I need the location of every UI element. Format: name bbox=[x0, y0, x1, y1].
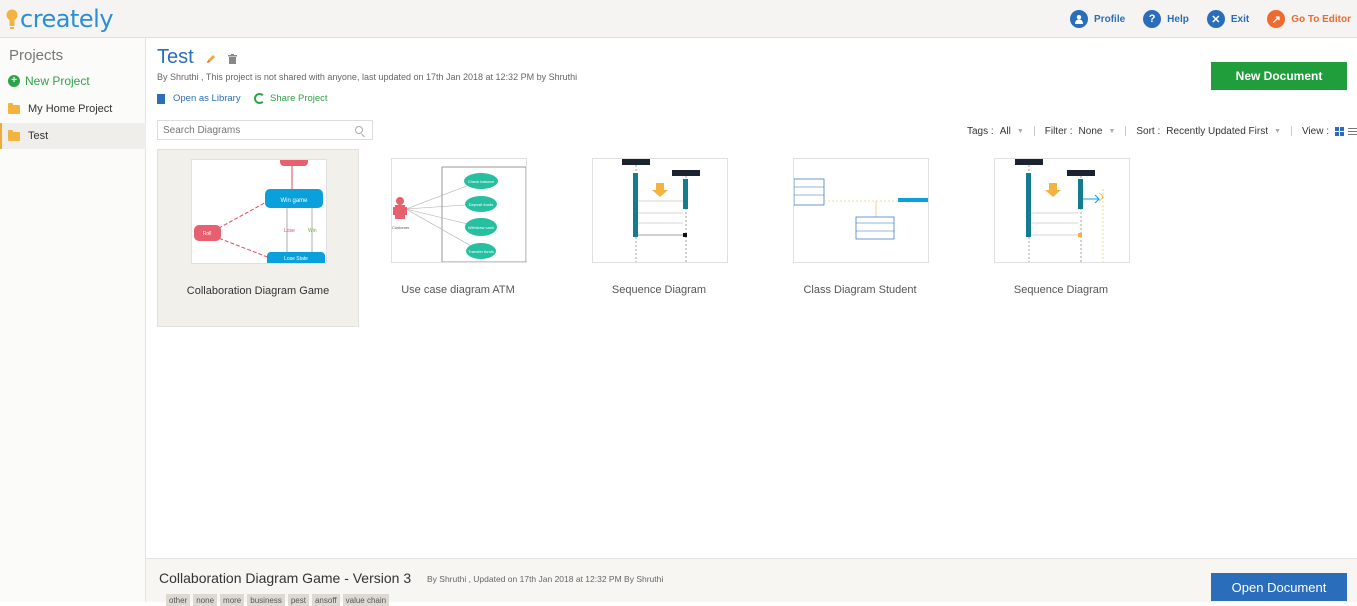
creately-logo[interactable]: creately bbox=[6, 5, 114, 33]
filter-bar: Tags : All ▼ Filter : None ▼ Sort : Rece… bbox=[967, 123, 1357, 139]
tag-chip[interactable]: ansoff bbox=[311, 594, 340, 606]
new-document-button[interactable]: New Document bbox=[1211, 62, 1347, 90]
tag-chip[interactable]: value chain bbox=[342, 594, 390, 606]
tags-label: Tags : bbox=[967, 125, 994, 137]
share-project-link[interactable]: Share Project bbox=[254, 93, 328, 104]
folder-icon bbox=[8, 129, 20, 141]
exit-button[interactable]: ✕ Exit bbox=[1206, 10, 1250, 28]
document-card[interactable]: Win game Roll Lose State Lose Win Collab… bbox=[157, 149, 359, 327]
help-label: Help bbox=[1167, 13, 1189, 25]
pencil-icon[interactable] bbox=[206, 54, 216, 64]
thumb-label: Transfer funds bbox=[468, 249, 494, 254]
chevron-down-icon[interactable]: ▼ bbox=[1274, 128, 1281, 135]
chevron-down-icon[interactable]: ▼ bbox=[1108, 128, 1115, 135]
search-input[interactable] bbox=[158, 121, 353, 139]
top-bar: creately Profile ? Help ✕ Exit ↗ Go To E… bbox=[0, 0, 1357, 38]
thumb-label: Customer bbox=[392, 225, 410, 230]
user-icon bbox=[1070, 10, 1089, 28]
sidebar-item-label: Test bbox=[28, 130, 49, 142]
new-project-button[interactable]: + New Project bbox=[8, 74, 90, 88]
open-as-library-label: Open as Library bbox=[173, 93, 241, 104]
open-document-button[interactable]: Open Document bbox=[1211, 573, 1347, 601]
document-name[interactable]: Sequence Diagram bbox=[569, 283, 749, 298]
tags-select[interactable]: All bbox=[1000, 126, 1011, 137]
document-card[interactable]: Sequence Diagram bbox=[961, 149, 1163, 327]
top-actions: Profile ? Help ✕ Exit ↗ Go To Editor bbox=[1070, 0, 1357, 38]
profile-button[interactable]: Profile bbox=[1070, 10, 1125, 28]
library-icon bbox=[157, 93, 165, 104]
exit-icon: ✕ bbox=[1206, 10, 1225, 28]
sidebar-item-label: My Home Project bbox=[28, 103, 113, 115]
thumb-label: Withdraw cash bbox=[468, 225, 494, 230]
thumb-label: Lose State bbox=[284, 256, 308, 262]
filter-label: Filter : bbox=[1044, 125, 1073, 137]
document-name[interactable]: Use case diagram ATM bbox=[368, 283, 548, 298]
tag-chip[interactable]: none bbox=[193, 594, 218, 606]
search-icon[interactable] bbox=[355, 126, 363, 134]
thumb-label: Check balance bbox=[468, 179, 495, 184]
filter-select[interactable]: None bbox=[1079, 126, 1103, 137]
sort-label: Sort : bbox=[1136, 125, 1161, 137]
list-view-icon[interactable] bbox=[1348, 126, 1357, 137]
thumb-label: Win game bbox=[280, 198, 308, 204]
divider bbox=[1290, 126, 1292, 136]
document-thumbnail bbox=[994, 158, 1130, 263]
folder-icon bbox=[8, 102, 20, 114]
document-thumbnail: Customer Check balance Deposit funds Wit… bbox=[391, 158, 527, 263]
bulb-icon bbox=[6, 9, 18, 29]
new-project-label: New Project bbox=[25, 74, 90, 88]
logo-text: creately bbox=[20, 5, 114, 33]
thumb-label: Deposit funds bbox=[469, 202, 493, 207]
sidebar-item-my-home-project[interactable]: My Home Project bbox=[0, 96, 146, 122]
view-label: View : bbox=[1301, 125, 1329, 137]
chevron-down-icon[interactable]: ▼ bbox=[1017, 128, 1024, 135]
document-thumbnail bbox=[592, 158, 728, 263]
document-thumbnail bbox=[793, 158, 929, 263]
projects-sidebar: Projects + New Project My Home Project T… bbox=[0, 38, 146, 602]
selected-document-title: Collaboration Diagram Game - Version 3 bbox=[159, 570, 412, 586]
document-card[interactable]: Sequence Diagram bbox=[559, 149, 761, 327]
tag-chip[interactable]: business bbox=[247, 594, 285, 606]
document-card[interactable]: Customer Check balance Deposit funds Wit… bbox=[358, 149, 560, 327]
tag-chip[interactable]: more bbox=[220, 594, 245, 606]
sort-select[interactable]: Recently Updated First bbox=[1166, 126, 1268, 137]
document-details-panel: Collaboration Diagram Game - Version 3 B… bbox=[146, 558, 1357, 606]
tag-chip[interactable]: other bbox=[166, 594, 191, 606]
project-meta: By Shruthi , This project is not shared … bbox=[157, 72, 578, 82]
help-button[interactable]: ? Help bbox=[1143, 10, 1189, 28]
divider bbox=[1033, 126, 1035, 136]
editor-icon: ↗ bbox=[1267, 10, 1286, 28]
share-icon bbox=[254, 93, 265, 104]
tag-list: other none more business pest ansoff val… bbox=[166, 594, 392, 606]
share-project-label: Share Project bbox=[270, 93, 328, 104]
document-name[interactable]: Sequence Diagram bbox=[971, 283, 1151, 298]
go-to-editor-label: Go To Editor bbox=[1291, 13, 1351, 25]
help-icon: ? bbox=[1143, 10, 1162, 28]
open-as-library-link[interactable]: Open as Library bbox=[157, 93, 241, 104]
sidebar-title: Projects bbox=[9, 47, 64, 64]
thumb-label: Roll bbox=[203, 231, 212, 237]
plus-icon: + bbox=[8, 75, 20, 87]
project-title: Test bbox=[157, 46, 194, 68]
document-name[interactable]: Class Diagram Student bbox=[770, 283, 950, 298]
sidebar-item-test[interactable]: Test bbox=[0, 123, 146, 149]
document-card[interactable]: Class Diagram Student bbox=[760, 149, 962, 327]
exit-label: Exit bbox=[1230, 13, 1250, 25]
divider bbox=[1125, 126, 1127, 136]
document-name[interactable]: Collaboration Diagram Game bbox=[168, 284, 348, 299]
search-box bbox=[157, 120, 373, 140]
go-to-editor-button[interactable]: ↗ Go To Editor bbox=[1267, 10, 1351, 28]
thumb-label: Win bbox=[308, 228, 317, 234]
tag-chip[interactable]: pest bbox=[287, 594, 309, 606]
selected-document-meta: By Shruthi , Updated on 17th Jan 2018 at… bbox=[427, 574, 664, 584]
profile-label: Profile bbox=[1094, 13, 1126, 25]
grid-view-icon[interactable] bbox=[1335, 126, 1344, 136]
document-thumbnail: Win game Roll Lose State Lose Win bbox=[191, 159, 327, 264]
thumb-label: Lose bbox=[284, 228, 295, 234]
trash-icon[interactable] bbox=[228, 54, 237, 64]
